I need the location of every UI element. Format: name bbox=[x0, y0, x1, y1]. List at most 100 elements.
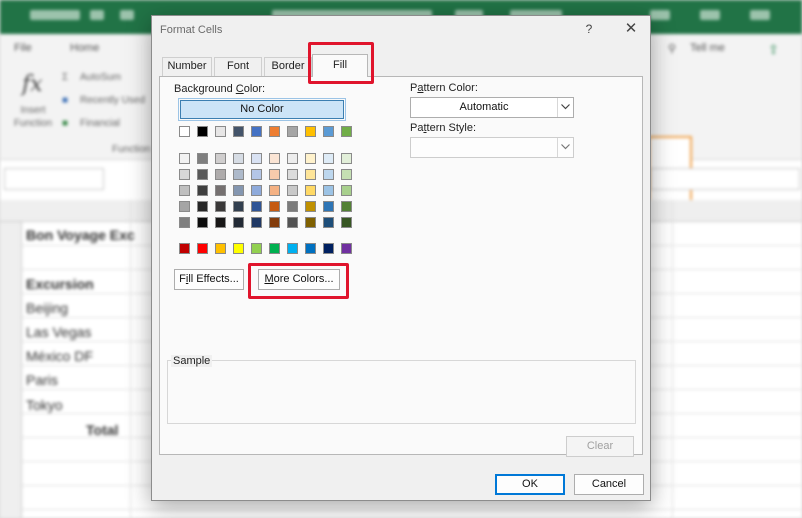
color-swatch[interactable] bbox=[287, 217, 298, 228]
name-box[interactable] bbox=[4, 168, 104, 190]
tab-number[interactable]: Number bbox=[162, 57, 212, 76]
color-swatch[interactable] bbox=[215, 217, 226, 228]
no-color-button[interactable]: No Color bbox=[178, 98, 346, 121]
formula-bar[interactable] bbox=[650, 168, 800, 190]
color-swatch[interactable] bbox=[305, 126, 316, 137]
cell-header[interactable]: Excursion bbox=[26, 276, 94, 292]
color-swatch[interactable] bbox=[215, 153, 226, 164]
color-swatch[interactable] bbox=[269, 169, 280, 180]
color-swatch[interactable] bbox=[287, 126, 298, 137]
tab-font[interactable]: Font bbox=[214, 57, 262, 76]
color-swatch[interactable] bbox=[197, 185, 208, 196]
color-swatch[interactable] bbox=[269, 201, 280, 212]
cancel-button[interactable]: Cancel bbox=[574, 474, 644, 495]
color-swatch[interactable] bbox=[269, 185, 280, 196]
color-swatch[interactable] bbox=[251, 243, 262, 254]
color-swatch[interactable] bbox=[197, 243, 208, 254]
color-swatch[interactable] bbox=[197, 217, 208, 228]
color-swatch[interactable] bbox=[179, 201, 190, 212]
color-swatch[interactable] bbox=[323, 201, 334, 212]
pattern-style-dropdown[interactable] bbox=[410, 137, 574, 158]
color-swatch[interactable] bbox=[323, 153, 334, 164]
color-swatch[interactable] bbox=[287, 185, 298, 196]
color-swatch[interactable] bbox=[323, 185, 334, 196]
color-swatch[interactable] bbox=[305, 169, 316, 180]
color-swatch[interactable] bbox=[197, 153, 208, 164]
color-swatch[interactable] bbox=[287, 201, 298, 212]
color-swatch[interactable] bbox=[251, 217, 262, 228]
color-swatch[interactable] bbox=[179, 153, 190, 164]
recently-used-label[interactable]: Recently Used bbox=[80, 95, 145, 106]
color-swatch[interactable] bbox=[251, 201, 262, 212]
close-button[interactable]: ✕ bbox=[619, 20, 643, 38]
color-swatch[interactable] bbox=[305, 153, 316, 164]
color-swatch[interactable] bbox=[341, 126, 352, 137]
color-swatch[interactable] bbox=[251, 169, 262, 180]
color-swatch[interactable] bbox=[341, 153, 352, 164]
cell-row[interactable]: México DF bbox=[26, 348, 93, 364]
color-swatch[interactable] bbox=[323, 243, 334, 254]
color-swatch[interactable] bbox=[233, 153, 244, 164]
cell-row[interactable]: Las Vegas bbox=[26, 324, 91, 340]
cell-row[interactable]: Beijing bbox=[26, 300, 68, 316]
color-swatch[interactable] bbox=[341, 243, 352, 254]
color-swatch[interactable] bbox=[323, 126, 334, 137]
tab-home[interactable]: Home bbox=[70, 42, 99, 54]
color-swatch[interactable] bbox=[233, 243, 244, 254]
color-swatch[interactable] bbox=[323, 217, 334, 228]
insert-function-icon[interactable]: fx bbox=[22, 72, 43, 97]
color-swatch[interactable] bbox=[197, 126, 208, 137]
chevron-down-icon[interactable] bbox=[557, 98, 573, 117]
color-swatch[interactable] bbox=[179, 169, 190, 180]
color-swatch[interactable] bbox=[287, 153, 298, 164]
more-colors-button[interactable]: More Colors... bbox=[258, 269, 340, 290]
fill-effects-button[interactable]: Fill Effects... bbox=[174, 269, 244, 290]
color-swatch[interactable] bbox=[305, 217, 316, 228]
share-icon[interactable]: ⇪ bbox=[768, 42, 779, 58]
color-swatch[interactable] bbox=[269, 217, 280, 228]
color-swatch[interactable] bbox=[179, 185, 190, 196]
color-swatch[interactable] bbox=[305, 185, 316, 196]
color-swatch[interactable] bbox=[197, 201, 208, 212]
color-swatch[interactable] bbox=[233, 201, 244, 212]
color-swatch[interactable] bbox=[215, 243, 226, 254]
color-swatch[interactable] bbox=[251, 153, 262, 164]
color-swatch[interactable] bbox=[251, 126, 262, 137]
cell-total[interactable]: Total bbox=[86, 422, 118, 438]
color-swatch[interactable] bbox=[215, 169, 226, 180]
color-swatch[interactable] bbox=[233, 126, 244, 137]
color-swatch[interactable] bbox=[341, 169, 352, 180]
chevron-down-icon[interactable] bbox=[557, 138, 573, 157]
color-swatch[interactable] bbox=[305, 243, 316, 254]
color-swatch[interactable] bbox=[233, 185, 244, 196]
tab-border[interactable]: Border bbox=[264, 57, 312, 76]
color-swatch[interactable] bbox=[179, 126, 190, 137]
help-button[interactable]: ? bbox=[580, 20, 598, 38]
cell-title[interactable]: Bon Voyage Exc bbox=[26, 227, 135, 243]
color-swatch[interactable] bbox=[233, 217, 244, 228]
color-swatch[interactable] bbox=[197, 169, 208, 180]
color-swatch[interactable] bbox=[269, 243, 280, 254]
pattern-color-dropdown[interactable]: Automatic bbox=[410, 97, 574, 118]
color-swatch[interactable] bbox=[179, 217, 190, 228]
color-swatch[interactable] bbox=[269, 126, 280, 137]
color-swatch[interactable] bbox=[341, 201, 352, 212]
color-swatch[interactable] bbox=[341, 217, 352, 228]
autosum-label[interactable]: AutoSum bbox=[80, 72, 121, 83]
color-swatch[interactable] bbox=[305, 201, 316, 212]
color-swatch[interactable] bbox=[287, 169, 298, 180]
color-swatch[interactable] bbox=[233, 169, 244, 180]
tab-tell-me[interactable]: Tell me bbox=[690, 42, 725, 54]
tab-fill[interactable]: Fill bbox=[312, 54, 368, 77]
color-swatch[interactable] bbox=[323, 169, 334, 180]
cell-row[interactable]: Tokyo bbox=[26, 397, 63, 413]
ok-button[interactable]: OK bbox=[495, 474, 565, 495]
color-swatch[interactable] bbox=[269, 153, 280, 164]
tab-file[interactable]: File bbox=[14, 42, 32, 54]
color-swatch[interactable] bbox=[215, 126, 226, 137]
color-swatch[interactable] bbox=[215, 201, 226, 212]
color-swatch[interactable] bbox=[287, 243, 298, 254]
color-swatch[interactable] bbox=[179, 243, 190, 254]
color-swatch[interactable] bbox=[251, 185, 262, 196]
financial-label[interactable]: Financial bbox=[80, 118, 120, 129]
